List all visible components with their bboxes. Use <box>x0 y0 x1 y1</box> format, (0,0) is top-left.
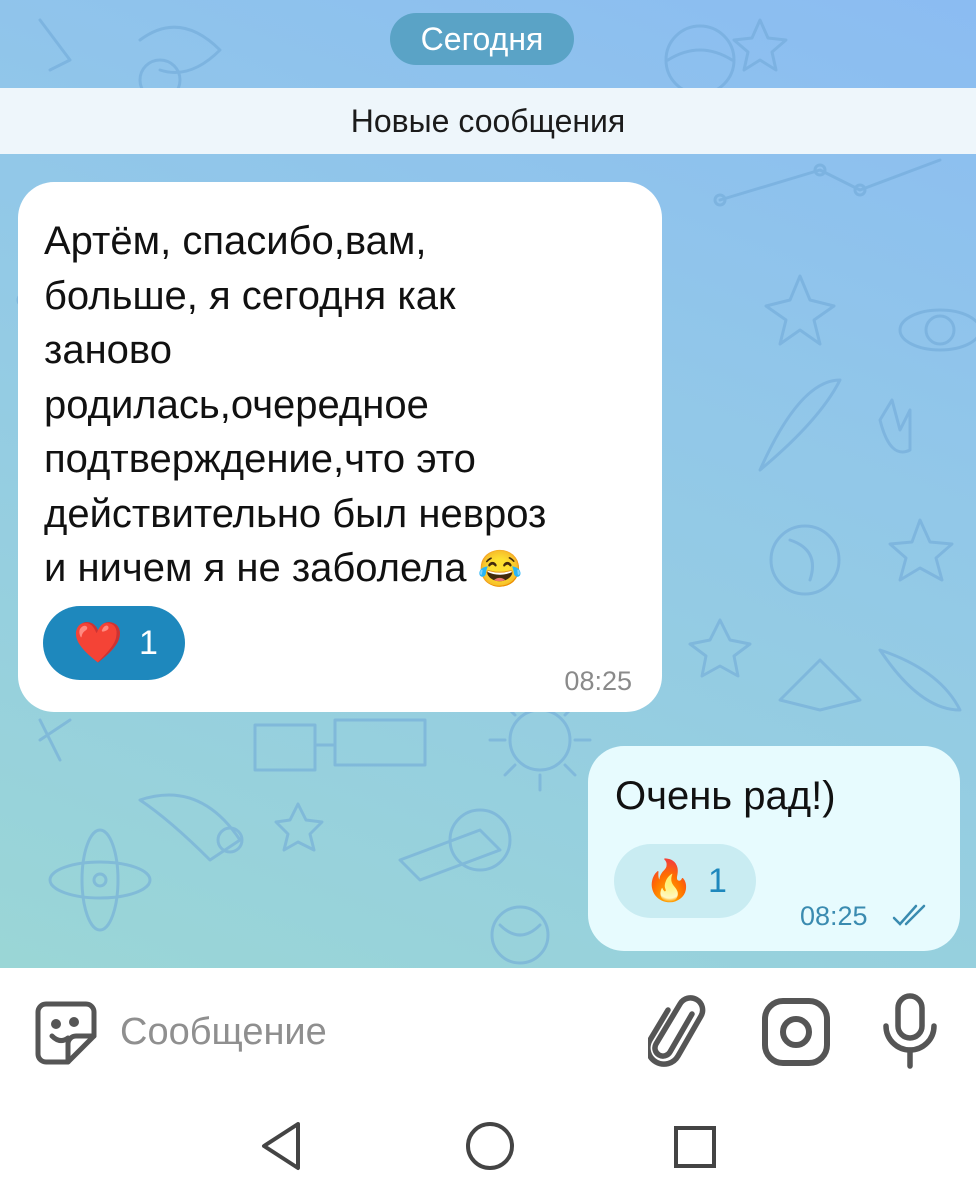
outgoing-message-bubble[interactable]: Очень рад!) 🔥 1 08:25 <box>588 746 960 951</box>
message-line: и ничем я не заболела 😂 <box>44 541 644 597</box>
double-check-icon <box>892 904 926 926</box>
date-label: Сегодня <box>390 13 574 65</box>
reaction-count: 1 <box>139 624 158 662</box>
heart-icon: ❤️ <box>73 621 123 665</box>
laughing-emoji: 😂 <box>477 548 523 589</box>
message-line: больше, я сегодня как <box>44 273 456 318</box>
back-icon[interactable] <box>256 1118 306 1174</box>
home-icon[interactable] <box>462 1118 518 1174</box>
paperclip-icon[interactable] <box>648 994 710 1070</box>
message-line: Артём, спасибо,вам, <box>44 219 427 263</box>
message-line: действительно был невроз <box>44 491 547 536</box>
sticker-icon[interactable] <box>32 998 100 1066</box>
message-line-text: и ничем я не заболела <box>44 546 467 590</box>
message-input[interactable] <box>120 1004 620 1060</box>
reaction-count: 1 <box>708 862 727 900</box>
message-text: Артём, спасибо,вам, больше, я сегодня ка… <box>44 214 644 597</box>
chat-background: Сегодня Новые сообщения Артём, спасибо,в… <box>0 0 976 968</box>
message-line: родилась,очередное <box>44 382 429 427</box>
fire-icon: 🔥 <box>644 859 694 903</box>
heart-reaction-button[interactable]: ❤️ 1 <box>43 606 185 680</box>
message-text: Очень рад!) <box>615 774 836 818</box>
microphone-icon[interactable] <box>878 992 942 1072</box>
camera-icon[interactable] <box>760 996 832 1068</box>
message-line: подтверждение,что это <box>44 437 476 481</box>
incoming-message-bubble[interactable]: Артём, спасибо,вам, больше, я сегодня ка… <box>18 182 662 712</box>
new-messages-divider: Новые сообщения <box>0 88 976 154</box>
recents-icon[interactable] <box>672 1124 718 1170</box>
message-time: 08:25 <box>800 901 868 931</box>
message-time: 08:25 <box>564 666 632 696</box>
system-navigation-bar <box>0 1096 976 1200</box>
message-composer <box>0 968 976 1096</box>
fire-reaction-button[interactable]: 🔥 1 <box>614 844 756 918</box>
message-line: заново <box>44 328 172 372</box>
